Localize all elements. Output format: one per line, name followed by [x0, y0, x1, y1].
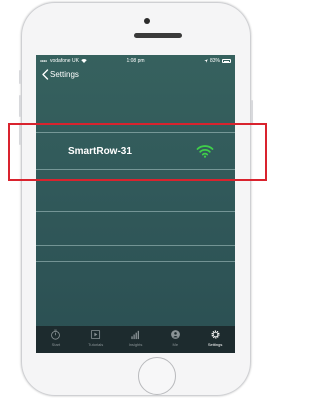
back-button-label[interactable]: Settings	[50, 70, 79, 79]
tab-label: Tutorials	[88, 342, 104, 347]
gear-icon	[211, 330, 220, 339]
earpiece-speaker	[134, 33, 182, 38]
highlight-box	[8, 123, 267, 181]
bar-chart-icon	[131, 330, 139, 340]
divider	[36, 245, 235, 246]
power-button	[251, 100, 253, 124]
home-button[interactable]	[138, 357, 176, 395]
tab-label: Settings	[207, 342, 223, 347]
front-camera	[144, 18, 150, 24]
person-icon	[170, 330, 180, 339]
tab-bar: Start Tutorials Insights Me Settings	[36, 326, 235, 353]
tab-label: Insights	[128, 342, 143, 347]
battery-percent: 83%	[209, 58, 220, 64]
tab-me[interactable]: Me	[155, 326, 195, 353]
tab-label: Me	[172, 342, 179, 347]
video-icon	[91, 329, 101, 340]
battery-icon	[222, 59, 231, 63]
tab-insights[interactable]: Insights	[116, 326, 156, 353]
tab-start[interactable]: Start	[36, 326, 76, 353]
back-chevron-icon[interactable]	[41, 68, 50, 80]
empty-list-row	[36, 212, 235, 245]
app-screen: vodafone UK 1:08 pm 83% Settings SmartRo…	[36, 55, 235, 353]
tab-tutorials[interactable]: Tutorials	[76, 326, 116, 353]
timer-icon	[51, 329, 61, 340]
tab-settings[interactable]: Settings	[195, 326, 235, 353]
tab-label: Start	[51, 342, 61, 347]
volume-up-button	[19, 95, 21, 117]
mute-switch	[19, 70, 21, 84]
nav-bar: Settings	[36, 67, 235, 81]
location-icon	[204, 59, 208, 63]
status-bar: vodafone UK 1:08 pm 83%	[36, 55, 235, 67]
divider	[36, 261, 235, 262]
battery-level	[223, 60, 230, 63]
